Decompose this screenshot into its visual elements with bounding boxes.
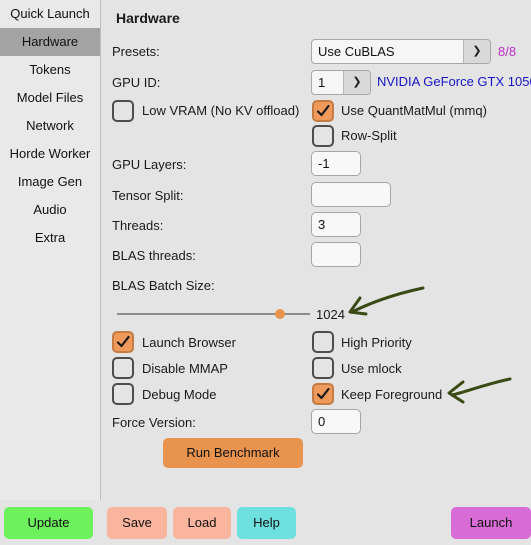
sidebar: Quick Launch Hardware Tokens Model Files… <box>0 0 100 500</box>
launch-browser-checkbox[interactable] <box>112 331 134 353</box>
gpu-layers-label: GPU Layers: <box>112 157 187 172</box>
blas-batch-value: 1024 <box>316 307 345 322</box>
gpu-id-dropdown[interactable]: 1 ❯ <box>311 70 371 95</box>
use-mlock-label: Use mlock <box>341 361 402 376</box>
presets-value: Use CuBLAS <box>318 44 395 59</box>
disable-mmap-label: Disable MMAP <box>142 361 228 376</box>
presets-count: 8/8 <box>498 44 517 59</box>
threads-label: Threads: <box>112 218 164 233</box>
gpu-layers-input[interactable]: -1 <box>311 151 361 176</box>
chevron-down-icon: ❯ <box>343 71 370 94</box>
update-button[interactable]: Update <box>4 507 93 539</box>
launch-browser-label: Launch Browser <box>142 335 236 350</box>
checkmark-icon <box>316 104 330 117</box>
tensor-split-label: Tensor Split: <box>112 188 184 203</box>
row-split-label: Row-Split <box>341 128 397 143</box>
debug-mode-label: Debug Mode <box>142 387 217 402</box>
force-version-label: Force Version: <box>112 415 196 430</box>
sidebar-item-network[interactable]: Network <box>0 112 100 140</box>
chevron-down-icon: ❯ <box>463 40 490 63</box>
tensor-split-input[interactable] <box>311 182 391 207</box>
keep-foreground-checkbox[interactable] <box>312 383 334 405</box>
launch-button[interactable]: Launch <box>451 507 531 539</box>
quantmatmul-checkbox[interactable] <box>312 100 334 122</box>
sidebar-item-horde-worker[interactable]: Horde Worker <box>0 140 100 168</box>
sidebar-item-image-gen[interactable]: Image Gen <box>0 168 100 196</box>
disable-mmap-checkbox[interactable] <box>112 357 134 379</box>
use-mlock-checkbox[interactable] <box>312 357 334 379</box>
threads-input[interactable]: 3 <box>311 212 361 237</box>
gpu-id-value: 1 <box>318 75 326 90</box>
sidebar-item-quick-launch[interactable]: Quick Launch <box>0 0 100 28</box>
gpu-name: NVIDIA GeForce GTX 1050 <box>377 74 531 89</box>
load-button[interactable]: Load <box>173 507 231 539</box>
low-vram-checkbox[interactable] <box>112 100 134 122</box>
page-title: Hardware <box>116 10 180 26</box>
checkmark-icon <box>116 335 130 348</box>
blas-threads-input[interactable] <box>311 242 361 267</box>
blas-batch-label: BLAS Batch Size: <box>112 278 215 293</box>
save-button[interactable]: Save <box>107 507 167 539</box>
high-priority-label: High Priority <box>341 335 412 350</box>
blas-threads-label: BLAS threads: <box>112 248 196 263</box>
run-benchmark-button[interactable]: Run Benchmark <box>163 438 303 468</box>
row-split-checkbox[interactable] <box>312 125 334 147</box>
gpu-id-label: GPU ID: <box>112 75 161 90</box>
help-button[interactable]: Help <box>237 507 296 539</box>
sidebar-item-hardware[interactable]: Hardware <box>0 28 100 56</box>
force-version-input[interactable]: 0 <box>311 409 361 434</box>
keep-foreground-label: Keep Foreground <box>341 387 443 402</box>
sidebar-item-tokens[interactable]: Tokens <box>0 56 100 84</box>
high-priority-checkbox[interactable] <box>312 331 334 353</box>
sidebar-item-model-files[interactable]: Model Files <box>0 84 100 112</box>
presets-dropdown[interactable]: Use CuBLAS ❯ <box>311 39 491 64</box>
quantmatmul-label: Use QuantMatMul (mmq) <box>341 103 487 118</box>
sidebar-item-extra[interactable]: Extra <box>0 224 100 252</box>
low-vram-label: Low VRAM (No KV offload) <box>142 103 300 118</box>
debug-mode-checkbox[interactable] <box>112 383 134 405</box>
checkmark-icon <box>316 387 330 400</box>
presets-label: Presets: <box>112 44 160 59</box>
sidebar-item-audio[interactable]: Audio <box>0 196 100 224</box>
blas-batch-slider-handle[interactable] <box>275 309 285 319</box>
